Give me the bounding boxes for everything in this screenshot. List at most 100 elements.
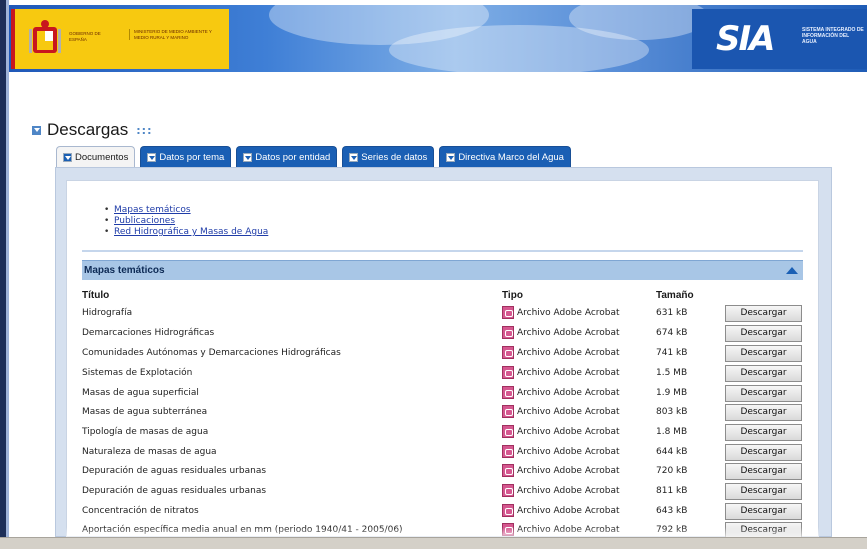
tab-datos-por-entidad[interactable]: Datos por entidad (236, 146, 338, 167)
menu-dots-icon[interactable]: ::: (136, 124, 152, 137)
download-arrow-icon (446, 152, 456, 162)
column-header-title: Título (82, 290, 110, 301)
tab-documentos[interactable]: Documentos (56, 146, 136, 168)
pdf-file-icon (502, 445, 514, 458)
file-size: 803 kB (656, 407, 688, 417)
download-button[interactable]: Descargar (725, 463, 802, 480)
file-type-label: Archivo Adobe Acrobat (517, 446, 620, 457)
download-button[interactable]: Descargar (725, 325, 802, 342)
file-type: Archivo Adobe Acrobat (502, 504, 620, 517)
pdf-file-icon (502, 504, 514, 517)
government-name: GOBIERNO DE ESPAÑA (69, 31, 101, 42)
file-size: 811 kB (656, 486, 688, 496)
file-size: 1.5 MB (656, 368, 688, 378)
file-type: Archivo Adobe Acrobat (502, 326, 620, 339)
download-button[interactable]: Descargar (725, 365, 802, 382)
file-type: Archivo Adobe Acrobat (502, 425, 620, 438)
download-button[interactable]: Descargar (725, 305, 802, 322)
file-size: 741 kB (656, 348, 688, 358)
file-type-label: Archivo Adobe Acrobat (517, 406, 620, 417)
file-size: 631 kB (656, 308, 688, 318)
page-title-row: Descargas ::: (32, 120, 152, 140)
sia-logo-block[interactable]: SIA SISTEMA INTEGRADO DE INFORMACIÓN DEL… (692, 9, 867, 69)
arrow-bullet-icon (32, 125, 41, 135)
tab-directiva-marco-del-agua[interactable]: Directiva Marco del Agua (439, 146, 571, 167)
link-publicaciones[interactable]: Publicaciones (114, 216, 175, 226)
file-type: Archivo Adobe Acrobat (502, 346, 620, 359)
section-header[interactable]: Mapas temáticos (82, 260, 803, 280)
download-arrow-icon (63, 153, 72, 162)
download-button[interactable]: Descargar (725, 444, 802, 461)
coat-of-arms-icon (29, 20, 61, 53)
divider (82, 250, 803, 252)
file-type: Archivo Adobe Acrobat (502, 386, 620, 399)
tab-bar: Documentos Datos por tema Datos por enti… (56, 146, 576, 168)
table-row: Masas de agua subterránea Archivo Adobe A… (82, 402, 803, 422)
government-logo-block[interactable]: GOBIERNO DE ESPAÑA MINISTERIO DE MEDIO A… (11, 9, 229, 69)
status-bar (0, 537, 867, 549)
column-header-type: Tipo (502, 290, 523, 301)
download-arrow-icon (147, 152, 157, 162)
table-row: Sistemas de Explotación Archivo Adobe Acr… (82, 363, 803, 383)
pdf-file-icon (502, 386, 514, 399)
file-type: Archivo Adobe Acrobat (502, 366, 620, 379)
download-button[interactable]: Descargar (725, 503, 802, 520)
pdf-file-icon (502, 484, 514, 497)
file-type: Archivo Adobe Acrobat (502, 306, 620, 319)
file-type-label: Archivo Adobe Acrobat (517, 387, 620, 398)
column-header-size: Tamaño (656, 290, 694, 301)
collapse-arrow-icon[interactable] (786, 267, 798, 274)
table-row: Masas de agua superficial Archivo Adobe A… (82, 383, 803, 403)
file-title: Naturaleza de masas de agua (82, 447, 217, 457)
file-title: Sistemas de Explotación (82, 368, 193, 378)
link-mapas-tematicos[interactable]: Mapas temáticos (114, 205, 191, 215)
list-item: Mapas temáticos (104, 205, 268, 216)
window-left-edge-highlight (6, 0, 9, 549)
tab-label: Datos por entidad (255, 151, 331, 163)
file-size: 643 kB (656, 506, 688, 516)
table-row: Hidrografía Archivo Adobe Acrobat 631 kB De… (82, 303, 803, 323)
table-row: Depuración de aguas residuales urbanas Ar… (82, 481, 803, 501)
file-title: Masas de agua subterránea (82, 407, 208, 417)
pdf-file-icon (502, 346, 514, 359)
table-row: Comunidades Autónomas y Demarcaciones Hi… (82, 343, 803, 363)
link-red-hidrografica[interactable]: Red Hidrográfica y Masas de Agua (114, 227, 268, 237)
header-banner: GOBIERNO DE ESPAÑA MINISTERIO DE MEDIO A… (9, 5, 867, 72)
file-size: 644 kB (656, 447, 688, 457)
pdf-file-icon (502, 405, 514, 418)
file-title: Masas de agua superficial (82, 388, 199, 398)
file-size: 1.8 MB (656, 427, 688, 437)
file-title: Depuración de aguas residuales urbanas (82, 486, 267, 496)
download-arrow-icon (349, 152, 359, 162)
sia-subtitle: SISTEMA INTEGRADO DE INFORMACIÓN DEL AGU… (802, 27, 864, 45)
file-title: Tipología de masas de agua (82, 427, 209, 437)
table-row: Naturaleza de masas de agua Archivo Adobe… (82, 442, 803, 462)
file-type-label: Archivo Adobe Acrobat (517, 347, 620, 358)
file-type-label: Archivo Adobe Acrobat (517, 426, 620, 437)
download-button[interactable]: Descargar (725, 483, 802, 500)
tab-datos-por-tema[interactable]: Datos por tema (140, 146, 232, 167)
download-button[interactable]: Descargar (725, 345, 802, 362)
file-title: Depuración de aguas residuales urbanas (82, 466, 267, 476)
table-row: Depuración de aguas residuales urbanas Ar… (82, 461, 803, 481)
file-title: Hidrografía (82, 308, 133, 318)
download-arrow-icon (243, 152, 253, 162)
download-button[interactable]: Descargar (725, 404, 802, 421)
ministry-name: MINISTERIO DE MEDIO AMBIENTE Y MEDIO RUR… (129, 29, 224, 40)
pdf-file-icon (502, 464, 514, 477)
download-button[interactable]: Descargar (725, 385, 802, 402)
file-type-label: Archivo Adobe Acrobat (517, 465, 620, 476)
file-type: Archivo Adobe Acrobat (502, 464, 620, 477)
file-size: 720 kB (656, 466, 688, 476)
section-links: Mapas temáticos Publicaciones Red Hidrog… (104, 205, 268, 238)
table-row: Demarcaciones Hidrográficas Archivo Adobe… (82, 323, 803, 343)
scroll-fade (66, 527, 819, 537)
file-type-label: Archivo Adobe Acrobat (517, 485, 620, 496)
download-button[interactable]: Descargar (725, 424, 802, 441)
pdf-file-icon (502, 326, 514, 339)
pdf-file-icon (502, 425, 514, 438)
page-title: Descargas (47, 120, 129, 139)
tab-series-de-datos[interactable]: Series de datos (342, 146, 435, 167)
file-type: Archivo Adobe Acrobat (502, 405, 620, 418)
file-type-label: Archivo Adobe Acrobat (517, 307, 620, 318)
